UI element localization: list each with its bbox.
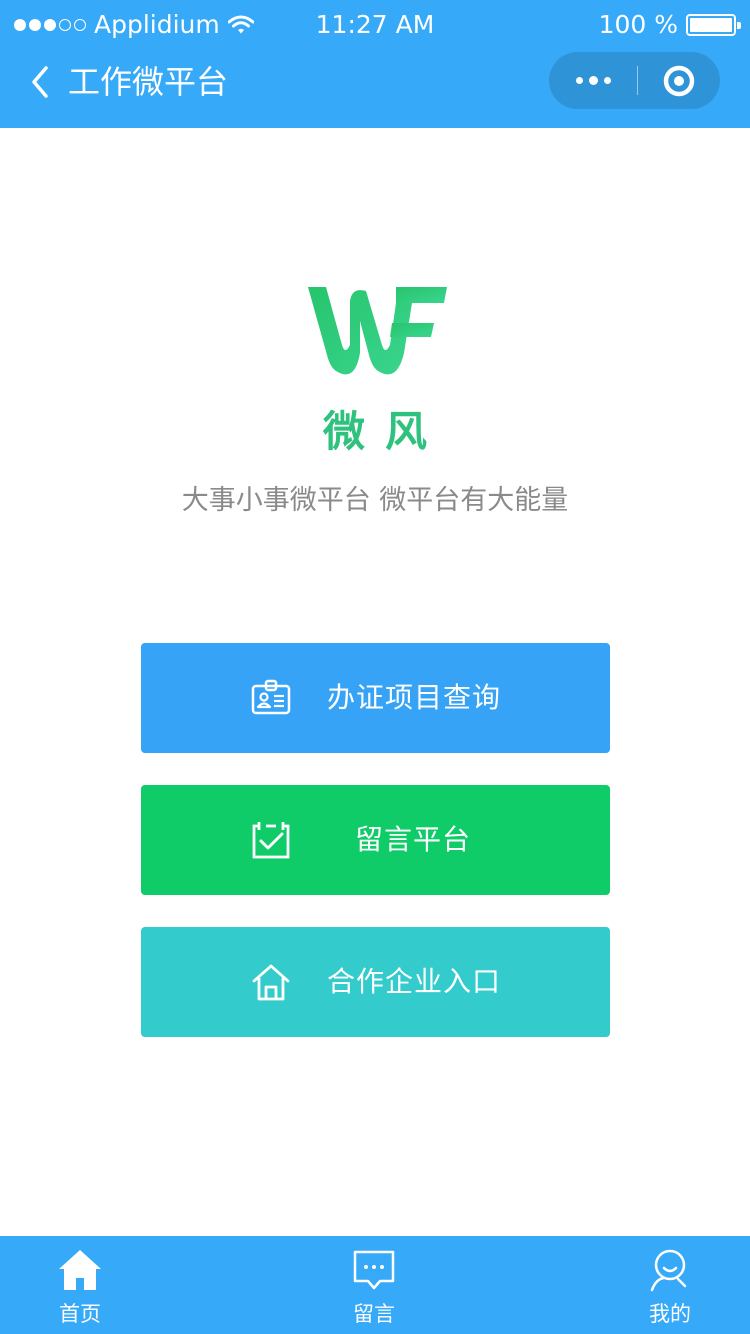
home-outline-icon	[252, 964, 290, 1001]
tab-mine-label: 我的	[649, 1302, 691, 1326]
checklist-icon	[252, 822, 290, 859]
user-icon	[650, 1249, 687, 1292]
tab-message[interactable]: 留言	[314, 1236, 434, 1334]
tab-home-label: 首页	[59, 1302, 101, 1326]
id-query-label: 办证项目查询	[327, 681, 502, 714]
home-filled-icon	[59, 1250, 101, 1290]
brand-name: 微风	[322, 407, 447, 456]
status-right: 100 %	[598, 10, 741, 39]
page-title: 工作微平台	[68, 63, 229, 101]
battery-icon	[686, 13, 741, 36]
id-card-icon	[251, 679, 291, 715]
tab-mine[interactable]: 我的	[610, 1236, 730, 1334]
chevron-left-icon[interactable]	[26, 62, 56, 102]
wf-logo	[308, 287, 447, 375]
tab-home[interactable]: 首页	[20, 1236, 140, 1334]
partner-entry-button[interactable]: 合作企业入口	[141, 927, 610, 1037]
partner-entry-label: 合作企业入口	[327, 965, 502, 998]
more-dots-icon[interactable]	[549, 52, 637, 109]
brand-slogan: 大事小事微平台 微平台有大能量	[181, 485, 569, 516]
tab-message-label: 留言	[353, 1302, 395, 1326]
mini-program-capsule	[549, 52, 720, 109]
message-platform-label: 留言平台	[355, 823, 472, 856]
target-circle-icon[interactable]	[638, 52, 720, 109]
battery-percent: 100 %	[598, 10, 678, 39]
header-bar: Applidium 11:27 AM 100 % 工作微平台	[0, 0, 750, 128]
message-platform-button[interactable]: 留言平台	[141, 785, 610, 895]
bottom-tab-bar: 首页 留言 我的	[0, 1236, 750, 1334]
status-bar: Applidium 11:27 AM 100 %	[0, 0, 750, 52]
message-icon	[353, 1250, 395, 1290]
id-query-button[interactable]: 办证项目查询	[141, 643, 610, 753]
